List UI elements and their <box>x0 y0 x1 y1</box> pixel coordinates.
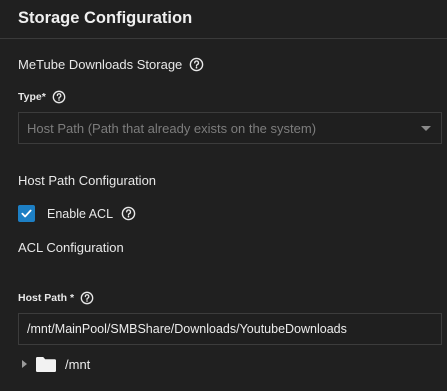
tree-item-mnt[interactable]: /mnt <box>22 355 90 373</box>
chevron-right-icon[interactable] <box>22 360 27 368</box>
type-label-row: Type* <box>18 90 66 104</box>
host-path-label: Host Path * <box>18 292 75 304</box>
required-mark: * <box>41 91 46 103</box>
type-select-value: Host Path (Path that already exists on t… <box>27 120 317 136</box>
acl-config-header: ACL Configuration <box>18 240 124 255</box>
page-title: Storage Configuration <box>18 9 193 27</box>
help-icon[interactable] <box>80 291 94 305</box>
title-divider <box>0 38 447 39</box>
help-icon[interactable] <box>121 206 136 221</box>
enable-acl-checkbox[interactable] <box>18 205 35 222</box>
host-path-config-header: Host Path Configuration <box>18 173 156 188</box>
host-path-config-label: Host Path Configuration <box>18 173 157 188</box>
type-label: Type* <box>18 91 46 103</box>
enable-acl-label[interactable]: Enable ACL <box>47 207 113 221</box>
host-path-label-row: Host Path * <box>18 291 94 305</box>
chevron-down-icon <box>421 126 431 131</box>
tree-item-label: /mnt <box>65 356 91 372</box>
help-icon[interactable] <box>52 90 66 104</box>
acl-config-label: ACL Configuration <box>18 240 124 255</box>
folder-icon <box>35 355 57 373</box>
type-select[interactable]: Host Path (Path that already exists on t… <box>18 112 442 144</box>
enable-acl-row: Enable ACL <box>18 205 136 222</box>
checkmark-icon <box>21 209 32 218</box>
host-path-input[interactable]: /mnt/MainPool/SMBShare/Downloads/Youtube… <box>18 313 442 345</box>
metube-storage-header: MeTube Downloads Storage <box>18 57 204 72</box>
metube-storage-label: MeTube Downloads Storage <box>18 57 183 72</box>
help-icon[interactable] <box>189 57 204 72</box>
required-mark: * <box>69 292 75 304</box>
